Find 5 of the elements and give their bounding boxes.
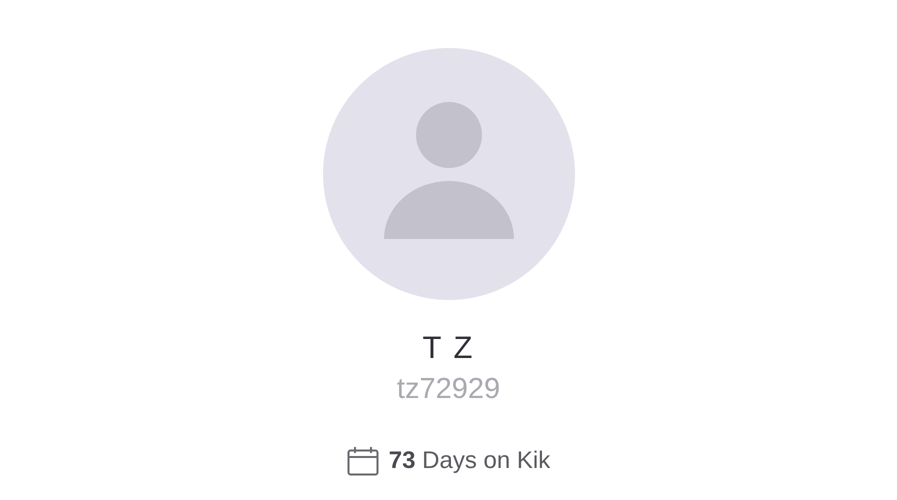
days-on-kik: 73 Days on Kik — [388, 446, 550, 476]
username: tz72929 — [396, 372, 500, 406]
calendar-icon — [346, 446, 379, 476]
display-name: T Z — [422, 330, 474, 366]
avatar-icon — [322, 48, 574, 300]
